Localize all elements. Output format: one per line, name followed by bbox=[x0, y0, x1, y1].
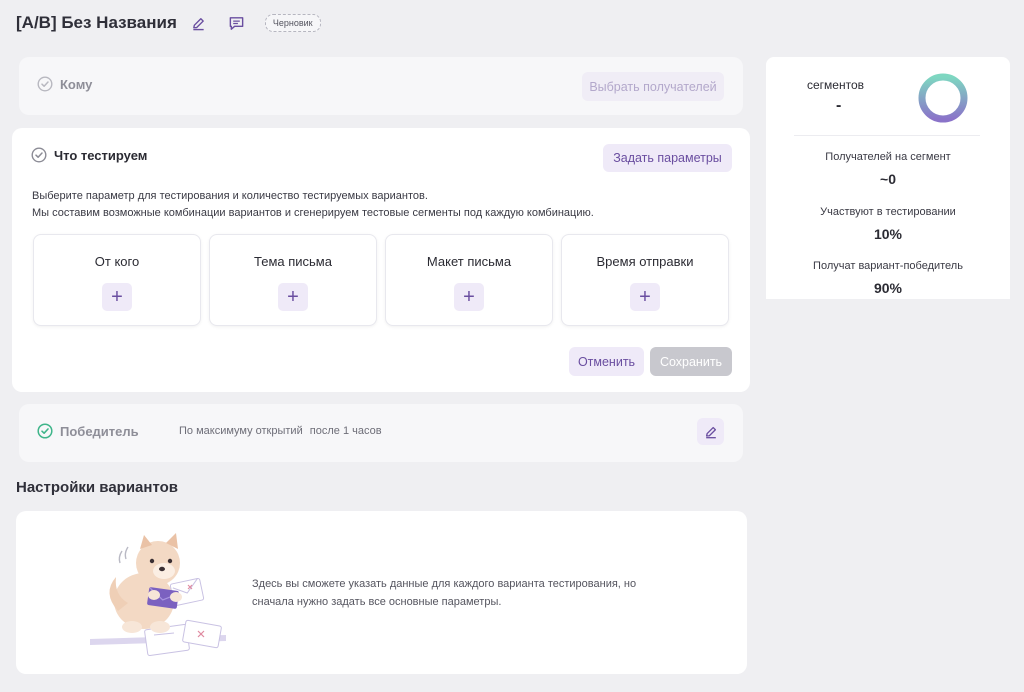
option-label: Макет письма bbox=[426, 254, 512, 269]
winner-title-row: Победитель bbox=[37, 423, 139, 439]
winner-card: Победитель По максимуму открытий после 1… bbox=[19, 404, 743, 462]
segments-donut-chart bbox=[918, 73, 968, 123]
page-title: [A/B] Без Названия bbox=[16, 13, 177, 32]
recipients-title: Кому bbox=[60, 76, 93, 92]
check-circle-icon bbox=[31, 147, 47, 163]
variants-section-title: Настройки вариантов bbox=[16, 479, 178, 496]
add-from-button[interactable]: + bbox=[102, 283, 132, 311]
testing-description-line2: Мы составим возможные комбинации вариант… bbox=[32, 207, 594, 219]
testing-title: Что тестируем bbox=[54, 147, 148, 163]
add-send-time-button[interactable]: + bbox=[630, 283, 660, 311]
testing-description: Выберите параметр для тестирования и кол… bbox=[32, 188, 594, 222]
winner-receive-value: 90% bbox=[873, 280, 903, 296]
variants-info-text: Здесь вы сможете указать данные для кажд… bbox=[252, 578, 637, 608]
testing-card: Что тестируем Задать параметры Выберите … bbox=[12, 128, 750, 392]
page-header: [A/B] Без Названия Черновик bbox=[16, 12, 321, 34]
recipients-card: Кому Выбрать получателей bbox=[19, 57, 743, 115]
testing-description-line1: Выберите параметр для тестирования и кол… bbox=[32, 190, 428, 202]
option-label: Тема письма bbox=[254, 254, 332, 269]
option-card-from[interactable]: От кого + bbox=[33, 234, 201, 326]
segments-value: - bbox=[836, 97, 842, 114]
edit-winner-button[interactable] bbox=[697, 418, 724, 445]
comment-icon[interactable] bbox=[227, 13, 247, 33]
winner-criterion-text: По максимуму открытий после 1 часов bbox=[179, 425, 382, 437]
winner-receive-label: Получат вариант-победитель bbox=[813, 260, 963, 272]
recipients-per-segment-label: Получателей на сегмент bbox=[825, 151, 951, 163]
add-subject-button[interactable]: + bbox=[278, 283, 308, 311]
add-layout-button[interactable]: + bbox=[454, 283, 484, 311]
recipients-title-row: Кому bbox=[37, 76, 92, 92]
save-button[interactable]: Сохранить bbox=[650, 347, 732, 376]
option-label: Время отправки bbox=[596, 254, 694, 269]
variants-card: Здесь вы сможете указать данные для кажд… bbox=[16, 511, 747, 674]
stats-divider bbox=[794, 135, 980, 136]
participating-value: 10% bbox=[873, 226, 903, 242]
option-label: От кого bbox=[94, 254, 140, 269]
edit-icon bbox=[705, 426, 716, 438]
check-circle-icon bbox=[37, 76, 53, 92]
participating-label: Участвуют в тестировании bbox=[820, 206, 956, 218]
recipients-per-segment-value: ~0 bbox=[880, 171, 896, 187]
cancel-button[interactable]: Отменить bbox=[569, 347, 644, 376]
check-circle-success-icon bbox=[37, 423, 53, 439]
option-card-send-time[interactable]: Время отправки + bbox=[561, 234, 729, 326]
option-card-subject[interactable]: Тема письма + bbox=[209, 234, 377, 326]
segments-label: сегментов bbox=[807, 78, 865, 92]
option-card-layout[interactable]: Макет письма + bbox=[385, 234, 553, 326]
winner-criterion: По максимуму открытий bbox=[179, 425, 303, 437]
stats-panel: сегментов - Получателей на сегмент ~0 Уч… bbox=[766, 57, 1010, 299]
select-recipients-button[interactable]: Выбрать получателей bbox=[582, 72, 724, 101]
status-badge: Черновик bbox=[264, 14, 321, 32]
dog-with-papers-illustration bbox=[90, 533, 226, 657]
winner-title: Победитель bbox=[60, 423, 139, 439]
winner-delay: после 1 часов bbox=[309, 425, 382, 437]
set-parameters-button[interactable]: Задать параметры bbox=[603, 144, 732, 172]
testing-title-row: Что тестируем bbox=[31, 147, 147, 163]
edit-title-icon[interactable] bbox=[189, 13, 209, 33]
